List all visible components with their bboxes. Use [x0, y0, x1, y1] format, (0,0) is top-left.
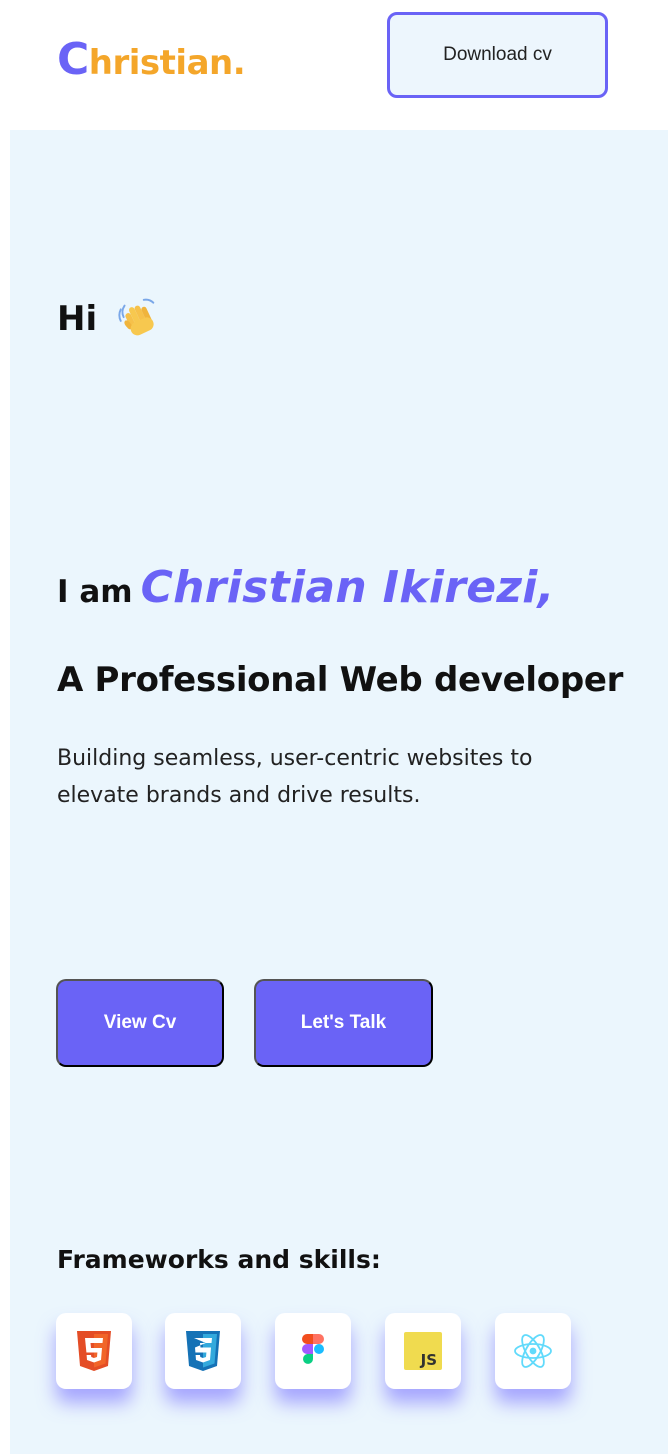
intro-prefix: I am: [57, 574, 133, 610]
developer-name: Christian Ikirezi,: [140, 562, 555, 613]
tagline: Building seamless, user-centric websites…: [57, 746, 533, 808]
view-cv-button[interactable]: View Cv: [56, 979, 224, 1067]
javascript-icon: JS: [404, 1332, 442, 1370]
svg-text:JS: JS: [420, 1351, 437, 1369]
react-icon: [514, 1334, 552, 1368]
role-heading: A Professional Web developer: [57, 660, 624, 700]
css3-icon: [186, 1331, 220, 1371]
logo-text: hristian.: [88, 43, 246, 83]
site-header: Christian. Download cv: [0, 0, 668, 130]
skill-card-javascript: JS: [385, 1313, 461, 1389]
skill-card-figma: [275, 1313, 351, 1389]
greeting: Hi: [57, 296, 161, 342]
figma-icon: [302, 1334, 324, 1364]
download-cv-button[interactable]: Download cv: [387, 12, 608, 98]
html5-icon: [77, 1331, 111, 1371]
greeting-text: Hi: [57, 299, 98, 339]
lets-talk-button[interactable]: Let's Talk: [254, 979, 433, 1067]
logo[interactable]: Christian.: [57, 34, 246, 85]
logo-initial: C: [57, 34, 89, 85]
intro-heading: I am Christian Ikirezi,: [57, 562, 555, 613]
waving-hand-icon: [115, 296, 161, 342]
skill-card-css: [165, 1313, 241, 1389]
skills-title: Frameworks and skills:: [57, 1245, 381, 1274]
skill-card-react: [495, 1313, 571, 1389]
skill-card-html: [56, 1313, 132, 1389]
